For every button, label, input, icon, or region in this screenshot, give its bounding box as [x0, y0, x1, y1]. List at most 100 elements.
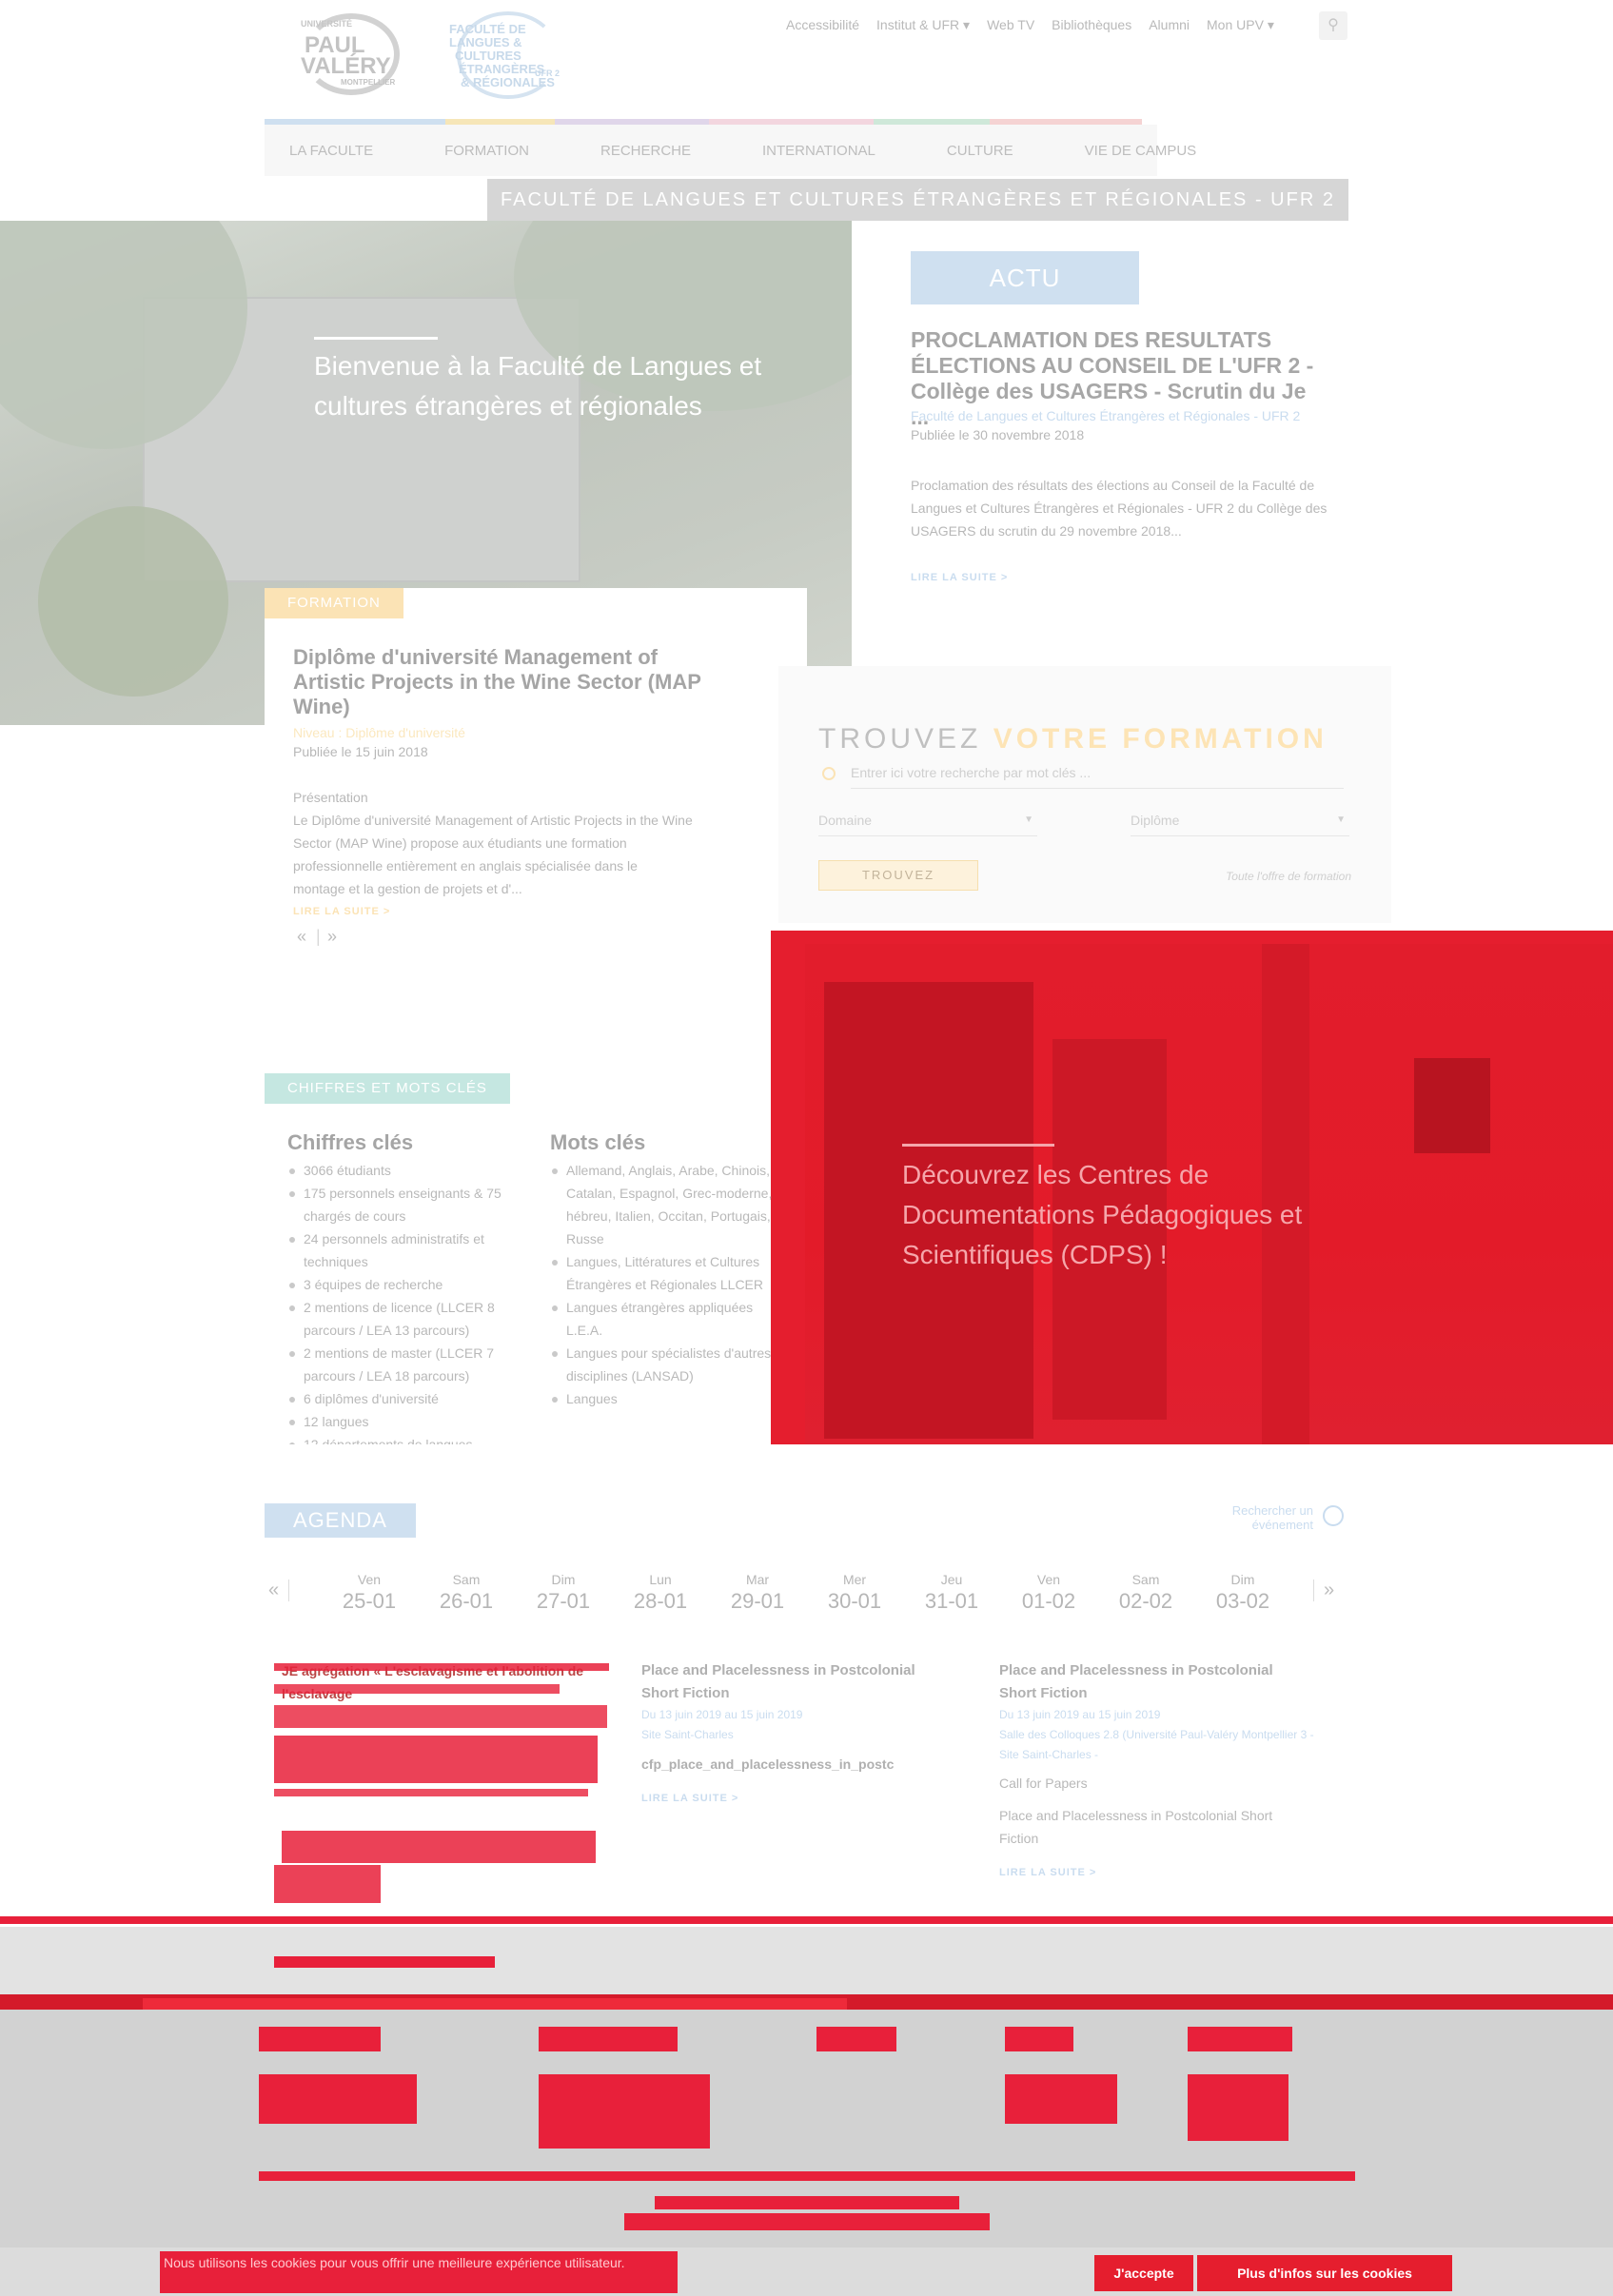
agenda-day[interactable]: Ven 25-01 — [331, 1572, 407, 1614]
domaine-chevron-icon: ▼ — [1024, 814, 1033, 825]
formation-read-more[interactable]: LIRE LA SUITE > — [293, 906, 390, 917]
all-courses-link[interactable]: Toute l'offre de formation — [1205, 870, 1351, 883]
agenda-day[interactable]: Sam 26-01 — [428, 1572, 504, 1614]
agenda-day-name: Jeu — [940, 1572, 963, 1587]
cdps-title[interactable]: Découvrez les Centres de Documentations … — [902, 1155, 1349, 1275]
university-logo[interactable]: UNIVERSITÉ PAUL VALÉRY MONTPELLIER — [297, 13, 417, 95]
agenda-day-name: Ven — [1036, 1572, 1061, 1587]
actu-body: Proclamation des résultats des élections… — [911, 478, 1328, 539]
formation-date: Publiée le 15 juin 2018 — [293, 744, 428, 759]
footer-col-title[interactable] — [1188, 2027, 1292, 2051]
domaine-select[interactable]: Domaine ▼ — [818, 813, 1037, 836]
footer-col-title[interactable] — [539, 2027, 678, 2051]
footer-col-title[interactable] — [816, 2027, 896, 2051]
agenda-search-icon[interactable] — [1323, 1505, 1344, 1526]
diplome-select-label: Diplôme — [1131, 813, 1180, 828]
logo2-line4: ÉTRANGÈRES — [459, 62, 545, 76]
actu-tag: ACTU — [911, 251, 1139, 304]
nav-culture[interactable]: CULTURE — [947, 143, 1013, 159]
agenda-day[interactable]: Ven 01-02 — [1011, 1572, 1087, 1614]
agenda-day-date: 25-01 — [342, 1589, 397, 1613]
toplink-mon-upv[interactable]: Mon UPV ▾ — [1207, 17, 1274, 33]
find-course-button[interactable]: TROUVEZ — [818, 860, 978, 891]
event1-redmark — [274, 1736, 598, 1783]
agenda-day-name: Mer — [842, 1572, 867, 1587]
cookie-more-info-button[interactable]: Plus d'infos sur les cookies — [1197, 2255, 1452, 2291]
footer-divider — [259, 2171, 1355, 2181]
agenda-search-link[interactable]: Rechercher un événement — [1218, 1503, 1313, 1532]
agenda-day-date: 30-01 — [827, 1589, 882, 1613]
picture-frame — [1414, 1058, 1490, 1153]
event2-file[interactable]: cfp_place_and_placelessness_in_postc — [641, 1753, 894, 1776]
event3-title[interactable]: Place and Placelessness in Postcolonial … — [999, 1659, 1313, 1705]
event2-read-more[interactable]: LIRE LA SUITE > — [641, 1793, 738, 1804]
agenda-tag: AGENDA — [265, 1503, 416, 1538]
mots-title: Mots clés — [550, 1130, 646, 1154]
nav-recherche[interactable]: RECHERCHE — [600, 143, 691, 159]
nav-formation[interactable]: FORMATION — [444, 143, 529, 159]
footer-col-title[interactable] — [1005, 2027, 1073, 2051]
nav-la-faculte[interactable]: LA FACULTE — [289, 143, 373, 159]
faculty-logo[interactable]: FACULTÉ DE LANGUES & CULTURES ÉTRANGÈRES… — [447, 11, 561, 99]
agenda-next-button[interactable]: » — [1313, 1580, 1334, 1601]
agenda-prev-button[interactable]: « — [268, 1580, 290, 1601]
logo-montpellier: MONTPELLIER — [341, 78, 396, 87]
formation-next-button[interactable]: » — [327, 927, 337, 947]
find-course-panel: TROUVEZ VOTRE FORMATION Entrer ici votre… — [778, 666, 1391, 923]
chiffres-item: 3 équipes de recherche — [287, 1273, 514, 1296]
agenda-day-date: 02-02 — [1118, 1589, 1173, 1613]
event2-title[interactable]: Place and Placelessness in Postcolonial … — [641, 1659, 946, 1705]
chiffres-item: 175 personnels enseignants & 75 chargés … — [287, 1182, 514, 1227]
agenda-day[interactable]: Sam 02-02 — [1108, 1572, 1184, 1614]
agenda-day[interactable]: Dim 27-01 — [525, 1572, 601, 1614]
agenda-day-name: Mar — [745, 1572, 770, 1587]
toplink-webtv[interactable]: Web TV — [987, 17, 1034, 33]
toplink-accessibilite[interactable]: Accessibilité — [786, 17, 859, 33]
formation-body-heading: Présentation — [293, 790, 368, 805]
actu-read-more[interactable]: LIRE LA SUITE > — [911, 572, 1008, 583]
formation-title[interactable]: Diplôme d'université Management of Artis… — [293, 645, 721, 719]
diplome-select[interactable]: Diplôme ▼ — [1131, 813, 1349, 836]
nav-vie-de-campus[interactable]: VIE DE CAMPUS — [1085, 143, 1197, 159]
footer-redline — [0, 1916, 1613, 1924]
footer-links[interactable] — [259, 2074, 417, 2124]
event1-redmark — [274, 1789, 588, 1796]
footer-legal[interactable] — [624, 2213, 990, 2230]
agenda-day[interactable]: Mar 29-01 — [719, 1572, 796, 1614]
cookie-text: Nous utilisons les cookies pour vous off… — [160, 2251, 678, 2293]
footer-links[interactable] — [1005, 2074, 1117, 2124]
hero-title[interactable]: Bienvenue à la Faculté de Langues et cul… — [314, 346, 771, 426]
agenda-day[interactable]: Jeu 31-01 — [914, 1572, 990, 1614]
mots-item: Langues, Littératures et Cultures Étrang… — [550, 1250, 788, 1296]
main-nav: LA FACULTE FORMATION RECHERCHE INTERNATI… — [265, 125, 1196, 176]
footer-links[interactable] — [1188, 2074, 1288, 2141]
footer-band — [0, 1927, 1613, 1995]
toplink-institut[interactable]: Institut & UFR ▾ — [876, 17, 970, 33]
footer-links[interactable] — [539, 2074, 710, 2149]
chiffres-item: 12 départements de langues — [287, 1433, 514, 1444]
actu-date: Publiée le 30 novembre 2018 — [911, 427, 1085, 442]
search-icon[interactable]: ⚲ — [1319, 11, 1347, 40]
toplink-alumni[interactable]: Alumni — [1149, 17, 1190, 33]
footer-col-title[interactable] — [259, 2027, 381, 2051]
nav-international[interactable]: INTERNATIONAL — [762, 143, 875, 159]
agenda-day-name: Ven — [357, 1572, 382, 1587]
event2-place: Site Saint-Charles — [641, 1728, 734, 1741]
find-course-title-part1: TROUVEZ — [818, 723, 982, 755]
logo2-line2: LANGUES & — [449, 35, 522, 49]
event3-body2: Place and Placelessness in Postcolonial … — [999, 1808, 1273, 1846]
hero-underline — [314, 337, 438, 340]
agenda-day[interactable]: Mer 30-01 — [816, 1572, 893, 1614]
formation-prev-button[interactable]: « — [297, 927, 306, 947]
agenda-day[interactable]: Dim 03-02 — [1205, 1572, 1281, 1614]
footer-legal[interactable] — [655, 2196, 959, 2209]
chiffres-item: 3066 étudiants — [287, 1159, 514, 1182]
event3-read-more[interactable]: LIRE LA SUITE > — [999, 1867, 1096, 1878]
diplome-chevron-icon: ▼ — [1336, 814, 1346, 825]
toplink-bibliotheques[interactable]: Bibliothèques — [1052, 17, 1131, 33]
agenda-day-date: 27-01 — [536, 1589, 591, 1613]
formation-separator: | — [316, 927, 321, 946]
agenda-day[interactable]: Lun 28-01 — [622, 1572, 698, 1614]
find-search-input[interactable]: Entrer ici votre recherche par mot clés … — [851, 765, 1344, 789]
cookie-accept-button[interactable]: J'accepte — [1094, 2255, 1193, 2291]
